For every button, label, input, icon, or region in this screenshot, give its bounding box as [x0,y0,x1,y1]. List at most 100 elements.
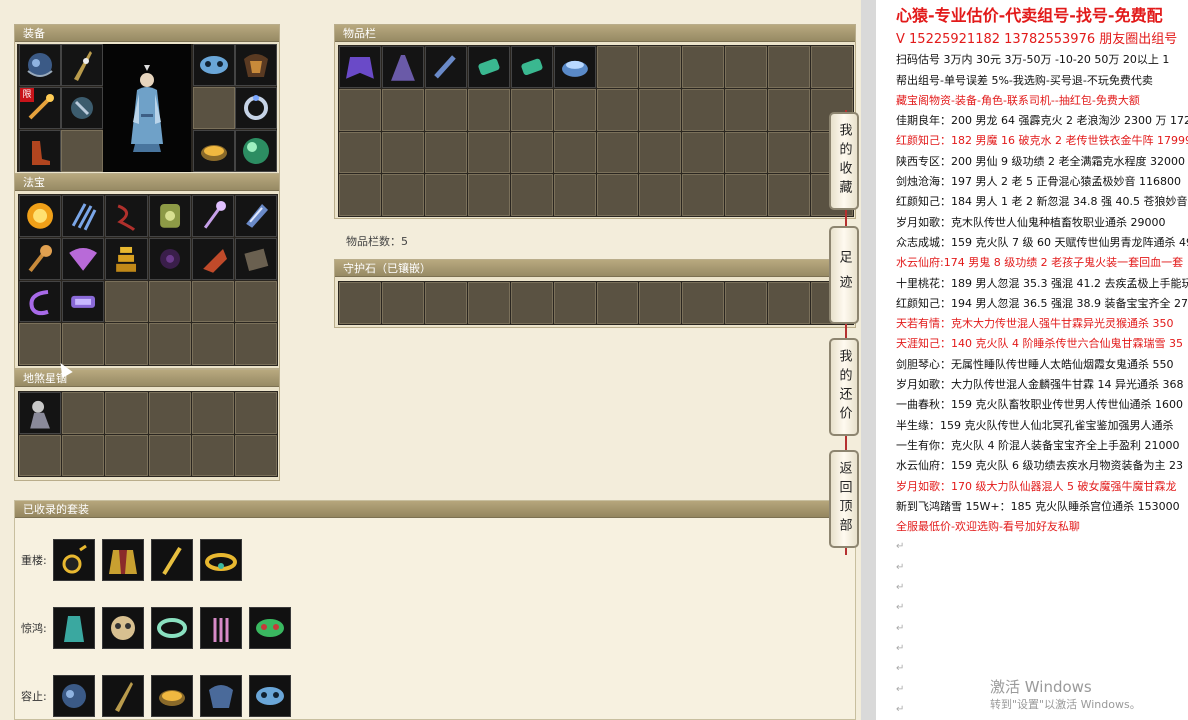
fabao-slot-empty[interactable] [234,280,277,323]
inventory-slot-empty[interactable] [553,131,596,174]
fabao-slot[interactable] [191,195,234,237]
fabao-slot-empty[interactable] [234,323,277,365]
fabao-slot[interactable] [19,195,62,237]
set-item[interactable] [200,675,242,717]
equip-slot-empty[interactable] [193,87,235,129]
guard-slot-empty[interactable] [339,282,381,324]
fabao-slot-empty[interactable] [105,280,148,323]
inventory-slot-empty[interactable] [339,131,381,174]
inventory-slot[interactable] [510,46,553,88]
inventory-slot-empty[interactable] [510,88,553,131]
fabao-slot[interactable] [19,237,62,280]
guard-slot-empty[interactable] [682,282,725,324]
inventory-slot-empty[interactable] [381,88,424,131]
earth-slot-empty[interactable] [191,434,234,476]
fabao-slot[interactable] [105,195,148,237]
set-item[interactable] [53,607,95,649]
inventory-slot-empty[interactable] [725,131,768,174]
equip-slot-mask[interactable] [193,44,235,86]
guard-slot-empty[interactable] [381,282,424,324]
inventory-slot-empty[interactable] [596,46,639,88]
earth-slot[interactable] [19,392,62,434]
fabao-slot[interactable] [62,195,105,237]
guard-slot-empty[interactable] [424,282,467,324]
equip-slot-belt[interactable] [61,87,103,129]
set-item[interactable] [249,607,291,649]
set-item[interactable] [102,539,144,581]
inventory-slot[interactable] [339,46,381,88]
inventory-slot-empty[interactable] [467,88,510,131]
guard-slot-empty[interactable] [467,282,510,324]
earth-slot-empty[interactable] [234,434,277,476]
inventory-slot-empty[interactable] [725,46,768,88]
tab-back-to-top[interactable]: 返回顶部 [829,450,859,548]
inventory-slot-empty[interactable] [682,131,725,174]
tab-footprints[interactable]: 足迹 [829,226,859,324]
inventory-slot-empty[interactable] [682,174,725,216]
inventory-slot-empty[interactable] [424,131,467,174]
inventory-slot-empty[interactable] [553,174,596,216]
inventory-slot-empty[interactable] [725,174,768,216]
guard-slot-empty[interactable] [725,282,768,324]
fabao-slot[interactable] [62,280,105,323]
earth-slot-empty[interactable] [105,392,148,434]
equip-slot-helmet[interactable] [19,44,61,86]
inventory-slot-empty[interactable] [768,131,811,174]
inventory-slot-empty[interactable] [682,46,725,88]
earth-slot-empty[interactable] [105,434,148,476]
guard-slot-empty[interactable] [596,282,639,324]
inventory-slot[interactable] [381,46,424,88]
inventory-slot-empty[interactable] [467,131,510,174]
earth-slot-empty[interactable] [62,434,105,476]
fabao-slot[interactable] [234,195,277,237]
inventory-slot-empty[interactable] [768,174,811,216]
fabao-slot-empty[interactable] [62,323,105,365]
inventory-slot-empty[interactable] [553,88,596,131]
set-item[interactable] [53,539,95,581]
inventory-slot-empty[interactable] [596,174,639,216]
fabao-slot-empty[interactable] [191,323,234,365]
fabao-slot[interactable] [19,280,62,323]
guard-slot-empty[interactable] [639,282,682,324]
inventory-slot-empty[interactable] [639,131,682,174]
fabao-slot-empty[interactable] [19,323,62,365]
tab-my-favorites[interactable]: 我的收藏 [829,112,859,210]
earth-slot-empty[interactable] [234,392,277,434]
set-item[interactable] [102,675,144,717]
inventory-slot[interactable] [553,46,596,88]
inventory-slot[interactable] [424,46,467,88]
inventory-slot-empty[interactable] [596,131,639,174]
fabao-slot[interactable] [234,237,277,280]
earth-slot-empty[interactable] [19,434,62,476]
inventory-slot-empty[interactable] [339,174,381,216]
inventory-slot-empty[interactable] [725,88,768,131]
set-item[interactable] [249,675,291,717]
document-page[interactable]: 心猿-专业估价-代卖组号-找号-免费配 V 15225921182 137825… [876,0,1188,720]
equip-slot-bracelet[interactable] [193,130,235,172]
inventory-slot-empty[interactable] [768,46,811,88]
equip-slot-ring[interactable] [235,87,277,129]
inventory-slot-empty[interactable] [639,46,682,88]
inventory-slot-empty[interactable] [639,174,682,216]
inventory-slot-empty[interactable] [639,88,682,131]
guard-slot-empty[interactable] [553,282,596,324]
earth-slot-empty[interactable] [191,392,234,434]
inventory-slot[interactable] [467,46,510,88]
tab-my-bargain[interactable]: 我的还价 [829,338,859,436]
inventory-slot-empty[interactable] [424,174,467,216]
inventory-slot-empty[interactable] [510,131,553,174]
set-item[interactable] [200,607,242,649]
inventory-slot-empty[interactable] [381,131,424,174]
fabao-slot-empty[interactable] [105,323,148,365]
inventory-slot-empty[interactable] [811,46,853,88]
equip-slot-necklace[interactable]: 限 [19,87,61,129]
fabao-slot-empty[interactable] [191,280,234,323]
inventory-slot-empty[interactable] [510,174,553,216]
set-item[interactable] [53,675,95,717]
equip-slot-empty[interactable] [61,130,103,172]
fabao-slot[interactable] [105,237,148,280]
inventory-slot-empty[interactable] [381,174,424,216]
guard-slot-empty[interactable] [768,282,811,324]
fabao-slot-empty[interactable] [148,323,191,365]
earth-slot-empty[interactable] [148,392,191,434]
